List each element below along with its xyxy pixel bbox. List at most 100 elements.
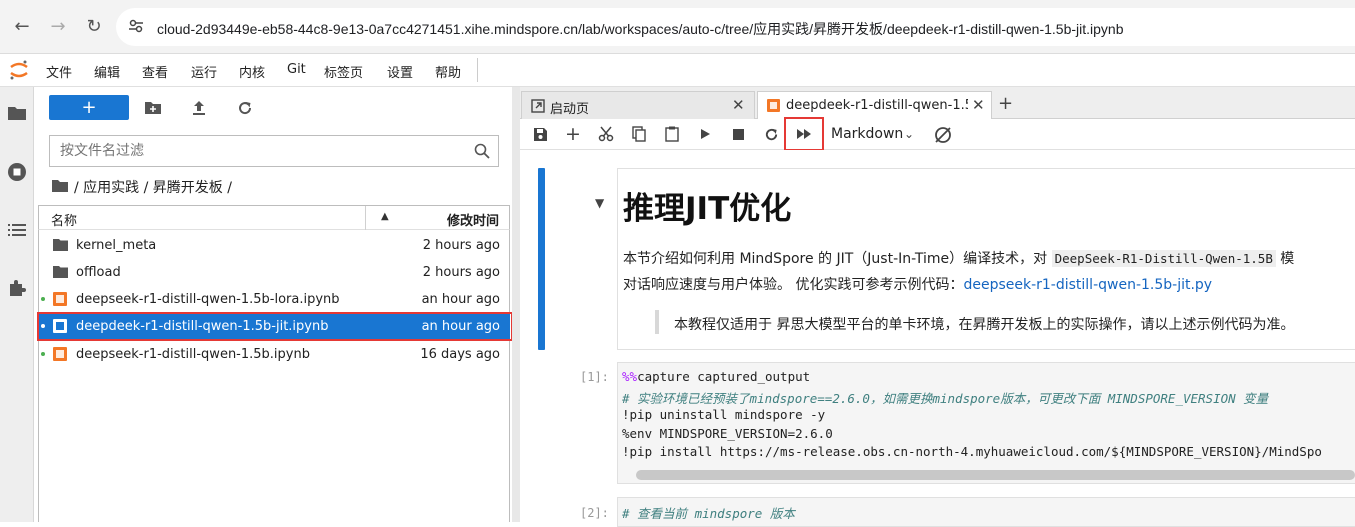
paste-icon[interactable] [663, 125, 681, 143]
cell-heading: 推理JIT优化 [623, 191, 792, 227]
file-name: kernel_meta [76, 238, 157, 253]
code-line: !pip uninstall mindspore -y [622, 407, 826, 422]
breadcrumb[interactable]: / 应用实践 / 昇腾开发板 / [74, 177, 232, 197]
file-modified: 16 days ago [420, 347, 500, 362]
running-dot [41, 352, 45, 356]
code-comment: # 实验环境已经预装了mindspore==2.6.0，如需更换mindspor… [622, 391, 1269, 406]
cell-paragraph: 本节介绍如何利用 MindSpore 的 JIT（Just-In-Time）编译… [623, 248, 1294, 268]
running-icon[interactable] [7, 162, 27, 182]
tab-label: 启动页 [550, 102, 590, 117]
menu-divider [477, 58, 478, 82]
file-row[interactable]: deepseek-r1-distill-qwen-1.5b.ipynb 16 d… [38, 341, 510, 368]
add-cell-icon[interactable]: + [564, 123, 582, 145]
new-folder-icon[interactable] [143, 98, 163, 118]
highlight-box [784, 117, 824, 151]
file-filter-input[interactable] [50, 136, 450, 166]
column-modified[interactable]: 修改时间 [447, 210, 499, 229]
menu-kernel[interactable]: 内核 [239, 62, 265, 81]
cell-prompt: [1]: [580, 370, 609, 384]
menu-git[interactable]: Git [287, 62, 306, 77]
code-line: !pip install https://ms-release.obs.cn-n… [622, 444, 1322, 459]
tab-label: deepdeek-r1-distill-qwen-1.5b-jit.ipynb [786, 98, 968, 113]
url-text[interactable]: cloud-2d93449e-eb58-44c8-9e13-0a7cc42714… [157, 19, 1124, 39]
menu-file[interactable]: 文件 [46, 62, 72, 81]
inline-code: DeepSeek-R1-Distill-Qwen-1.5B [1051, 250, 1276, 267]
file-filter-box[interactable] [49, 135, 499, 167]
chevron-down-icon[interactable]: ⌄ [904, 127, 914, 141]
notebook-icon [53, 292, 68, 306]
upload-icon[interactable] [189, 98, 209, 118]
blockquote-bar [655, 310, 659, 334]
run-icon[interactable] [696, 125, 714, 143]
forward-icon[interactable]: → [44, 12, 72, 40]
cell-type-select[interactable]: Markdown [831, 126, 903, 142]
blockquote-text: 本教程仅适用于 昇思大模型平台的单卡环境，在昇腾开发板上的实际操作，请以上述示例… [674, 317, 1295, 333]
column-separator[interactable] [365, 206, 366, 230]
stop-icon[interactable] [729, 125, 747, 143]
code-line: %env MINDSPORE_VERSION=2.6.0 [622, 426, 833, 441]
close-icon[interactable]: ✕ [732, 96, 745, 114]
horizontal-scrollbar[interactable] [636, 470, 1355, 480]
menu-run[interactable]: 运行 [191, 62, 217, 81]
highlight-box [37, 312, 513, 341]
code-comment: # 查看当前 mindspore 版本 [622, 506, 795, 521]
menu-help[interactable]: 帮助 [435, 62, 461, 81]
notebook-icon [767, 99, 780, 112]
file-row[interactable]: offload 2 hours ago [38, 259, 510, 286]
back-icon[interactable]: ← [8, 12, 36, 40]
folder-icon[interactable] [7, 103, 27, 123]
notebook-icon [53, 347, 68, 361]
extension-icon[interactable] [7, 278, 27, 298]
git-diff-icon[interactable] [933, 125, 953, 145]
menu-bar: 文件 编辑 查看 运行 内核 Git 标签页 设置 帮助 [0, 54, 1355, 87]
file-list-header: 名称 ▲ 修改时间 [38, 205, 510, 230]
toc-icon[interactable] [7, 220, 27, 240]
file-row[interactable]: kernel_meta 2 hours ago [38, 232, 510, 259]
refresh-icon[interactable] [235, 98, 255, 118]
example-code-link[interactable]: deepseek-r1-distill-qwen-1.5b-jit.py [963, 277, 1212, 293]
activity-bar [0, 87, 34, 522]
panel-splitter[interactable] [512, 87, 520, 522]
browser-toolbar: ← → ↻ cloud-2d93449e-eb58-44c8-9e13-0a7c… [0, 0, 1355, 54]
new-launcher-button[interactable]: + [49, 95, 129, 120]
paragraph-text: 模 [1275, 251, 1295, 267]
copy-icon[interactable] [630, 125, 648, 143]
cell-paragraph: 对话响应速度与用户体验。 优化实践可参考示例代码：deepseek-r1-dis… [623, 274, 1212, 294]
reload-icon[interactable]: ↻ [80, 12, 108, 40]
file-modified: 2 hours ago [422, 265, 500, 280]
cut-icon[interactable] [597, 125, 615, 143]
file-name: deepseek-r1-distill-qwen-1.5b-lora.ipynb [76, 292, 340, 307]
menu-settings[interactable]: 设置 [387, 62, 413, 81]
search-icon [474, 143, 490, 159]
folder-icon [53, 238, 68, 252]
file-modified: 2 hours ago [422, 238, 500, 253]
launcher-icon [531, 99, 545, 113]
file-row[interactable]: deepseek-r1-distill-qwen-1.5b-lora.ipynb… [38, 286, 510, 313]
tab-notebook[interactable]: deepdeek-r1-distill-qwen-1.5b-jit.ipynb … [757, 91, 992, 119]
collapse-caret-icon[interactable]: ▼ [595, 196, 604, 210]
add-tab-icon[interactable]: + [998, 93, 1013, 114]
code-line: %%capture captured_output [622, 369, 811, 384]
running-dot [41, 297, 45, 301]
paragraph-text: 本节介绍如何利用 MindSpore 的 JIT（Just-In-Time）编译… [623, 251, 1052, 267]
active-cell-indicator[interactable] [538, 168, 545, 350]
cell-prompt: [2]: [580, 506, 609, 520]
file-name: offload [76, 265, 121, 280]
menu-view[interactable]: 查看 [142, 62, 168, 81]
file-name: deepseek-r1-distill-qwen-1.5b.ipynb [76, 347, 310, 362]
menu-edit[interactable]: 编辑 [94, 62, 120, 81]
home-folder-icon[interactable] [52, 179, 68, 192]
sort-caret-icon: ▲ [381, 211, 389, 222]
restart-icon[interactable] [762, 125, 780, 143]
menu-tabs[interactable]: 标签页 [324, 62, 363, 81]
paragraph-text: 对话响应速度与用户体验。 优化实践可参考示例代码： [623, 277, 964, 293]
close-icon[interactable]: ✕ [972, 96, 985, 114]
tab-launcher[interactable]: 启动页 ✕ [521, 91, 755, 119]
jupyter-logo [8, 59, 30, 81]
folder-icon [53, 265, 68, 279]
site-info-icon[interactable] [128, 18, 144, 34]
save-icon[interactable] [531, 125, 549, 143]
code-text: capture captured_output [637, 369, 811, 384]
file-modified: an hour ago [421, 292, 500, 307]
column-name[interactable]: 名称 [51, 210, 77, 229]
